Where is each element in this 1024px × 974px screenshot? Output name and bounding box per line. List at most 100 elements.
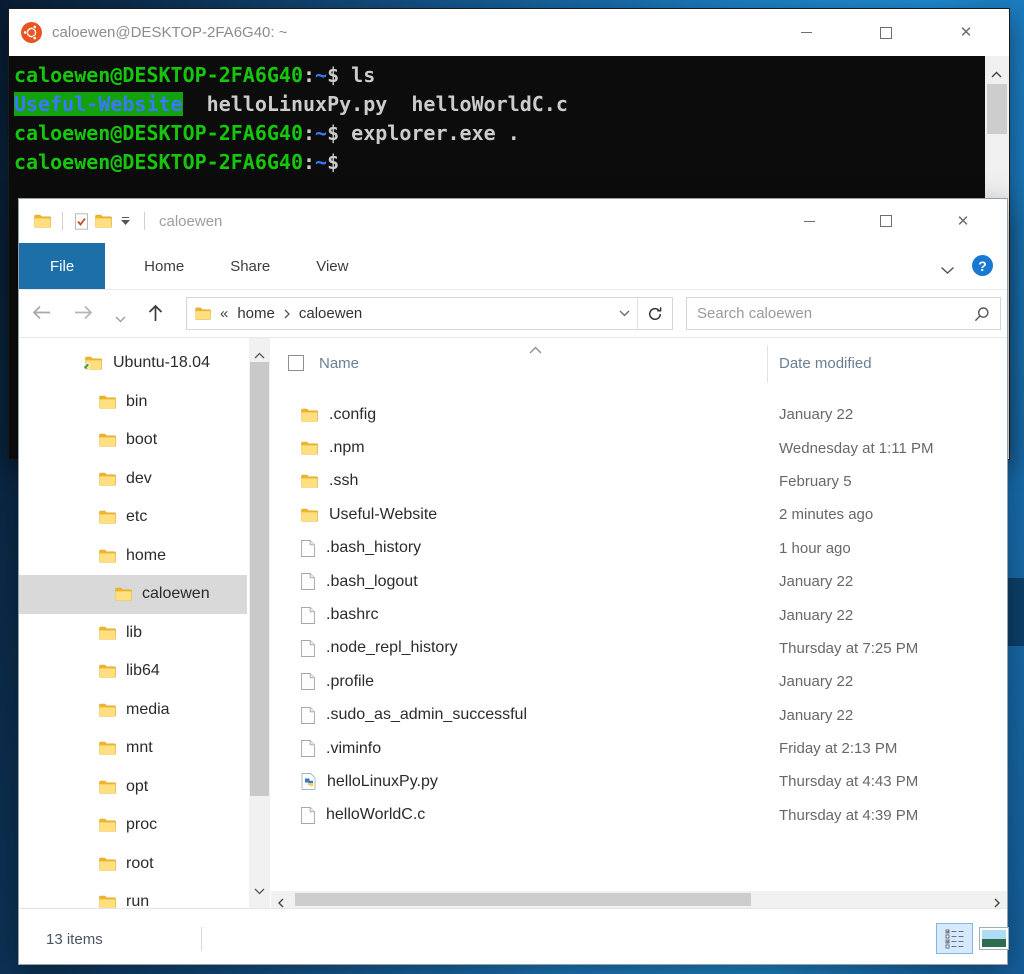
scroll-down-icon[interactable]	[254, 882, 265, 900]
search-icon[interactable]	[974, 306, 990, 322]
sidebar-item[interactable]: Ubuntu-18.04	[19, 344, 247, 383]
file-row[interactable]: .profile January 22	[271, 665, 1007, 698]
sidebar-item[interactable]: lib64	[19, 652, 247, 691]
terminal-output: caloewen@DESKTOP-2FA6G40:~$ lsUseful-Web…	[14, 61, 981, 177]
file-row[interactable]: .node_repl_history Thursday at 7:25 PM	[271, 632, 1007, 665]
qat-new-folder-icon[interactable]	[95, 214, 112, 228]
file-row[interactable]: .config January 22	[271, 398, 1007, 431]
sort-ascending-icon[interactable]	[529, 341, 542, 358]
scroll-right-icon[interactable]	[994, 895, 1000, 908]
qat-properties-icon[interactable]	[74, 213, 89, 230]
ribbon-tab[interactable]: File	[19, 243, 105, 289]
file-row[interactable]: .ssh February 5	[271, 465, 1007, 498]
file-date-modified: Wednesday at 1:11 PM	[779, 440, 1007, 457]
terminal-close-button[interactable]: ✕	[959, 26, 973, 40]
sidebar-item[interactable]: mnt	[19, 729, 247, 768]
minimize-ribbon-icon[interactable]	[940, 262, 955, 280]
desktop-background: caloewen@DESKTOP-2FA6G40: ~ ✕ caloewen@D…	[0, 0, 1024, 974]
file-date-modified: Thursday at 4:43 PM	[779, 773, 1007, 790]
sidebar-item[interactable]: home	[19, 537, 247, 576]
file-icon	[301, 573, 315, 590]
ribbon-tab-label: Home	[144, 258, 184, 275]
terminal-maximize-button[interactable]	[879, 26, 893, 40]
address-bar: « home caloewen	[19, 290, 1007, 338]
sidebar-item-label: root	[126, 855, 154, 873]
breadcrumb-caloewen[interactable]: caloewen	[299, 305, 362, 322]
terminal-text-segment: Useful-Website	[14, 92, 183, 116]
file-name: .ssh	[329, 472, 358, 490]
explorer-titlebar[interactable]: caloewen ✕	[19, 199, 1007, 243]
file-row[interactable]: .sudo_as_admin_successful January 22	[271, 699, 1007, 732]
sidebar-item[interactable]: lib	[19, 614, 247, 653]
recent-locations-icon[interactable]	[115, 310, 126, 328]
file-date-modified: 2 minutes ago	[779, 506, 1007, 523]
address-dropdown-icon[interactable]	[611, 310, 637, 317]
column-header-date[interactable]: Date modified	[779, 355, 1007, 372]
file-row[interactable]: helloLinuxPy.py Thursday at 4:43 PM	[271, 765, 1007, 798]
sidebar-item[interactable]: caloewen	[19, 575, 247, 614]
sidebar-scrollbar[interactable]	[249, 338, 270, 908]
terminal-text-segment: ~	[315, 121, 327, 145]
terminal-title: caloewen@DESKTOP-2FA6G40: ~	[52, 24, 799, 41]
sidebar-item[interactable]: media	[19, 691, 247, 730]
horizontal-scrollbar[interactable]	[271, 891, 1007, 908]
back-icon[interactable]	[31, 304, 52, 326]
file-row[interactable]: helloWorldC.c Thursday at 4:39 PM	[271, 799, 1007, 832]
sidebar-item[interactable]: root	[19, 845, 247, 884]
sidebar-item[interactable]: boot	[19, 421, 247, 460]
terminal-text-segment: caloewen@DESKTOP-2FA6G40	[14, 63, 303, 87]
column-header-name[interactable]: Name	[319, 355, 359, 372]
terminal-minimize-button[interactable]	[799, 26, 813, 40]
thumbnail-view-button[interactable]	[979, 927, 1009, 950]
search-input[interactable]	[687, 305, 974, 322]
folder-icon	[99, 433, 116, 447]
breadcrumb-ellipsis[interactable]: «	[220, 305, 228, 322]
explorer-window: caloewen ✕ File Home Share	[18, 198, 1008, 965]
help-icon[interactable]: ?	[972, 255, 993, 276]
file-row[interactable]: .viminfo Friday at 2:13 PM	[271, 732, 1007, 765]
file-row[interactable]: .bashrc January 22	[271, 598, 1007, 631]
breadcrumb-home[interactable]: home	[237, 305, 275, 322]
terminal-text-segment: :	[303, 150, 315, 174]
sidebar-item[interactable]: etc	[19, 498, 247, 537]
forward-icon[interactable]	[73, 304, 94, 326]
ribbon-tab[interactable]: Home	[121, 243, 207, 289]
breadcrumb-chevron-icon[interactable]	[284, 309, 290, 319]
sidebar-item[interactable]: opt	[19, 768, 247, 807]
up-icon[interactable]	[147, 304, 164, 328]
refresh-icon[interactable]	[638, 306, 672, 322]
thumbnail-view-icon	[982, 930, 1006, 947]
terminal-titlebar[interactable]: caloewen@DESKTOP-2FA6G40: ~ ✕	[9, 9, 1009, 56]
folder-icon	[99, 395, 116, 409]
ribbon-tab[interactable]: View	[293, 243, 371, 289]
column-separator[interactable]	[767, 345, 768, 383]
scroll-left-icon[interactable]	[278, 895, 284, 908]
sidebar-item[interactable]: dev	[19, 460, 247, 499]
sidebar-item[interactable]: proc	[19, 806, 247, 845]
sidebar-item[interactable]: bin	[19, 383, 247, 422]
file-row[interactable]: .npm Wednesday at 1:11 PM	[271, 431, 1007, 464]
folder-icon	[99, 741, 116, 755]
search-box[interactable]	[686, 297, 1001, 330]
file-row[interactable]: .bash_history 1 hour ago	[271, 532, 1007, 565]
details-view-button[interactable]	[936, 923, 973, 954]
ribbon-tab[interactable]: Share	[207, 243, 293, 289]
select-all-checkbox[interactable]	[288, 355, 304, 371]
explorer-maximize-button[interactable]	[879, 214, 893, 228]
sidebar-item[interactable]: run	[19, 883, 247, 908]
terminal-scrollbar-thumb[interactable]	[987, 84, 1007, 134]
file-row[interactable]: Useful-Website 2 minutes ago	[271, 498, 1007, 531]
file-row[interactable]: .bash_logout January 22	[271, 565, 1007, 598]
explorer-minimize-button[interactable]	[802, 214, 816, 228]
file-date-modified: January 22	[779, 573, 1007, 590]
ribbon-tab-label: View	[316, 258, 348, 275]
scroll-up-icon[interactable]	[991, 65, 1002, 83]
address-input-box[interactable]: « home caloewen	[186, 297, 673, 330]
terminal-line: caloewen@DESKTOP-2FA6G40:~$ explorer.exe…	[14, 119, 981, 148]
customize-toolbar-dropdown-icon[interactable]	[121, 217, 130, 225]
folder-icon	[99, 549, 116, 563]
explorer-close-button[interactable]: ✕	[956, 214, 970, 228]
sidebar-scrollbar-thumb[interactable]	[250, 362, 269, 796]
linux-drive-icon	[83, 355, 103, 372]
horizontal-scrollbar-thumb[interactable]	[295, 893, 751, 906]
